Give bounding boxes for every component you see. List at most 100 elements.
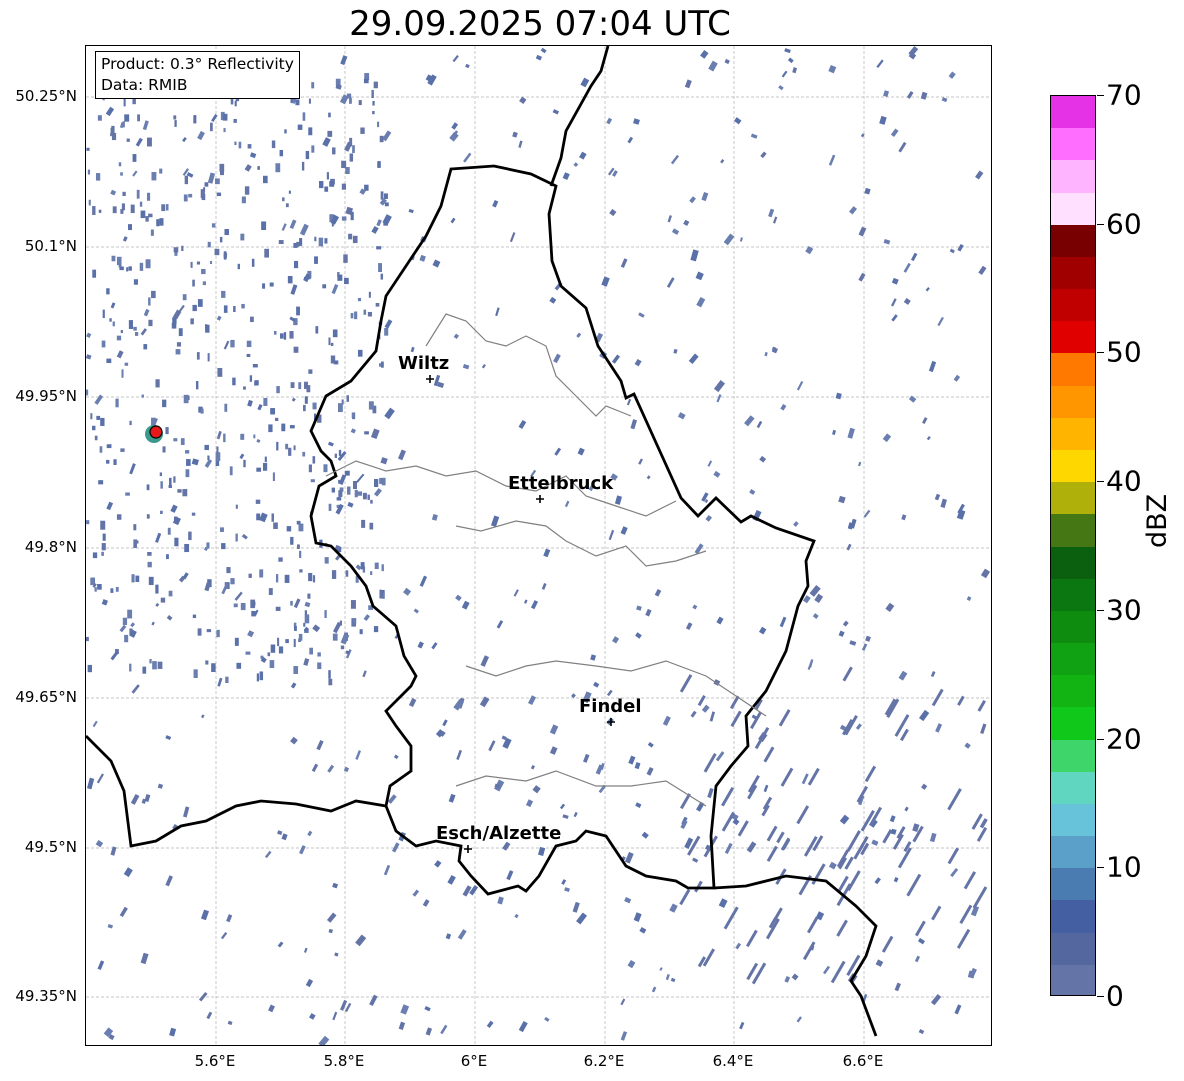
echo-cell <box>611 354 621 364</box>
echo-cell <box>284 574 290 583</box>
echo-cell <box>673 348 678 354</box>
echo-cell <box>898 141 907 153</box>
echo-cell <box>532 785 541 794</box>
echo-cell <box>128 266 132 271</box>
echo-cell <box>270 408 276 415</box>
echo-cell <box>844 714 858 736</box>
echo-cell <box>99 446 103 453</box>
echo-cell <box>116 350 124 359</box>
echo-cell <box>380 191 384 200</box>
echo-cell <box>262 462 268 471</box>
echo-cell <box>263 175 268 184</box>
echo-cell <box>240 433 245 440</box>
echo-cell <box>244 186 250 195</box>
echo-cell <box>200 909 210 921</box>
echo-cell <box>101 543 106 551</box>
echo-cell <box>201 714 205 719</box>
echo-cell <box>234 591 243 601</box>
echo-cell <box>340 645 345 650</box>
echo-cell <box>324 238 328 244</box>
echo-cell <box>651 986 657 993</box>
echo-cell <box>174 537 179 547</box>
echo-cell <box>357 491 363 496</box>
echo-cell <box>230 578 235 585</box>
echo-cell <box>413 608 419 614</box>
echo-cell <box>576 332 582 338</box>
echo-cell <box>170 504 178 513</box>
echo-cell <box>408 208 414 214</box>
echo-cell <box>772 216 778 224</box>
echo-cell <box>620 998 626 1006</box>
echo-cell <box>573 162 579 168</box>
echo-cell <box>901 514 907 521</box>
echo-cell <box>327 441 334 447</box>
echo-cell <box>278 646 284 654</box>
echo-cell <box>182 137 187 143</box>
echo-cell <box>343 254 348 263</box>
echo-cell <box>247 630 255 638</box>
echo-cell <box>102 309 105 319</box>
echo-cell <box>372 111 375 115</box>
echo-cell <box>97 115 102 121</box>
echo-cell <box>701 192 709 202</box>
echo-cell <box>196 261 201 265</box>
echo-cell <box>110 302 116 309</box>
echo-cell <box>296 544 300 549</box>
colorbar-segment <box>1051 868 1095 902</box>
echo-cell <box>553 353 561 364</box>
echo-cell <box>337 274 343 281</box>
echo-cell <box>256 438 261 443</box>
echo-cell <box>344 1002 352 1013</box>
echo-cell <box>666 277 675 288</box>
echo-cell <box>842 666 853 682</box>
echo-cell <box>612 636 620 644</box>
echo-cell <box>149 659 152 664</box>
echo-cell <box>150 229 154 236</box>
echo-cell <box>216 192 222 197</box>
echo-cell <box>528 695 537 706</box>
echo-cell <box>206 1011 213 1020</box>
echo-cell <box>271 513 274 522</box>
echo-cell <box>235 504 238 509</box>
echo-cell <box>370 571 373 576</box>
echo-cell <box>393 754 399 760</box>
echo-cell <box>128 320 133 329</box>
echo-cell <box>157 661 163 669</box>
echo-cell <box>110 189 117 196</box>
echo-cell <box>352 145 355 154</box>
echo-cell <box>931 905 942 921</box>
echo-cell <box>148 576 154 586</box>
echo-cell <box>96 773 104 784</box>
echo-cell <box>445 933 452 940</box>
echo-cell <box>457 929 467 940</box>
echo-cell <box>620 258 628 268</box>
echo-cell <box>549 296 557 304</box>
echo-cell <box>106 288 110 295</box>
echo-cell <box>462 363 470 370</box>
echo-cell <box>679 889 691 906</box>
echo-cell <box>293 445 296 451</box>
echo-cell <box>530 600 539 610</box>
echo-cell <box>627 136 634 144</box>
echo-cell <box>136 189 140 199</box>
echo-cell <box>220 527 224 532</box>
colorbar-title: dBZ <box>1142 493 1173 548</box>
echo-cell <box>233 603 238 608</box>
echo-cell <box>124 114 130 122</box>
echo-cell <box>716 616 724 625</box>
lon-tick-label: 5.8°E <box>323 1052 365 1070</box>
echo-cell <box>221 290 226 298</box>
city-label: Ettelbruck <box>508 473 614 494</box>
echo-cell <box>87 169 91 175</box>
echo-cell <box>324 186 329 192</box>
echo-cell <box>448 793 456 803</box>
echo-cell <box>146 137 152 147</box>
echo-cell <box>914 955 921 963</box>
echo-cell <box>256 467 262 472</box>
echo-cell <box>801 773 809 785</box>
echo-cell <box>252 363 258 368</box>
radar-map[interactable]: Wiltz Ettelbruck Findel Esch/Alzette <box>85 45 992 1046</box>
echo-cell <box>403 587 412 596</box>
data-source-label: Data: RMIB <box>101 76 188 94</box>
echo-cell <box>115 586 119 592</box>
